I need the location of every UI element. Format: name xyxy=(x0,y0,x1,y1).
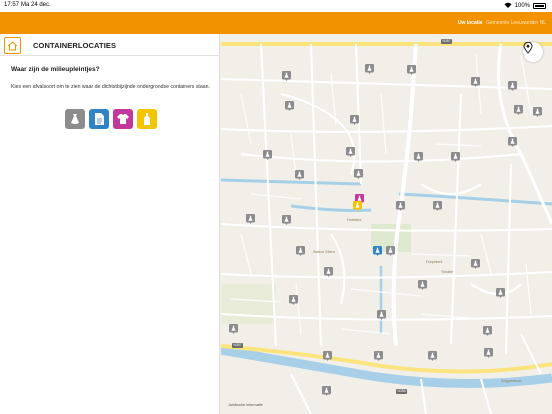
container-pin[interactable] xyxy=(418,280,427,290)
container-pin[interactable] xyxy=(428,351,437,361)
container-pin[interactable] xyxy=(282,71,291,81)
container-pin[interactable] xyxy=(508,81,517,91)
my-location-button[interactable] xyxy=(523,42,543,62)
container-pin[interactable] xyxy=(365,64,374,74)
container-pin[interactable] xyxy=(514,105,523,115)
home-icon xyxy=(7,40,18,50)
park-area xyxy=(221,284,276,324)
container-pin[interactable] xyxy=(346,147,355,157)
app-header: Uw locatie Gemeente Leeuwarden NL xyxy=(0,12,552,34)
container-pin[interactable] xyxy=(323,351,332,361)
home-button[interactable] xyxy=(4,37,21,54)
user-location-value: Gemeente Leeuwarden NL xyxy=(485,20,546,26)
ios-status-bar: 17:57 Ma 24 dec. 100% xyxy=(0,0,552,12)
map-canvas xyxy=(221,42,552,414)
container-pin[interactable] xyxy=(484,348,493,358)
container-pin[interactable] xyxy=(483,326,492,336)
bottle-icon xyxy=(144,113,150,125)
poi-label-station: Station Stiens xyxy=(313,250,336,254)
container-pin[interactable] xyxy=(471,77,480,87)
container-pin[interactable] xyxy=(374,351,383,361)
container-pin[interactable] xyxy=(396,201,405,211)
location-pin-icon xyxy=(523,42,533,54)
waterway xyxy=(398,192,552,206)
waste-type-glas-button[interactable] xyxy=(137,109,157,129)
battery-percent: 100% xyxy=(514,3,530,9)
container-pin[interactable] xyxy=(282,215,291,225)
container-pin[interactable] xyxy=(407,65,416,75)
container-pin[interactable] xyxy=(353,201,362,211)
container-pin[interactable] xyxy=(324,267,333,277)
app-root: { "status_bar": { "time": "17:57", "date… xyxy=(0,0,552,414)
container-pin[interactable] xyxy=(350,115,359,125)
section-description: Kies een afvalsoort om te zien waar de d… xyxy=(11,84,210,90)
container-pin[interactable] xyxy=(377,310,386,320)
poi-label-school: Hoekstra xyxy=(347,218,362,222)
container-pin[interactable] xyxy=(386,246,395,256)
side-panel: CONTAINERLOCATIES Waar zijn de milieuple… xyxy=(0,34,220,414)
map-view[interactable]: N357 N357 N355 Hoekstra Station Stiens D… xyxy=(221,34,552,414)
page-title: CONTAINERLOCATIES xyxy=(33,41,117,50)
map-credit-link[interactable]: Juridische informatie xyxy=(228,403,263,407)
poi-label-care: Zorgcentrum xyxy=(501,379,522,383)
status-right: 100% xyxy=(504,2,546,10)
container-pin[interactable] xyxy=(289,295,298,305)
container-pin[interactable] xyxy=(285,101,294,111)
container-pin[interactable] xyxy=(229,324,238,334)
poi-label-theatre: Theater xyxy=(441,270,454,274)
battery-icon xyxy=(533,3,546,9)
waste-type-textiel-button[interactable] xyxy=(113,109,133,129)
container-pin[interactable] xyxy=(263,150,272,160)
container-pin[interactable] xyxy=(533,107,542,117)
user-location-label: Uw locatie xyxy=(457,20,483,26)
container-pin[interactable] xyxy=(246,214,255,224)
tshirt-icon xyxy=(117,114,129,124)
container-pin[interactable] xyxy=(322,386,331,396)
container-pin[interactable] xyxy=(496,288,505,298)
container-pin[interactable] xyxy=(373,246,382,256)
status-time: 17:57 xyxy=(4,2,20,8)
road-number-n357: N357 xyxy=(441,39,453,44)
container-pin[interactable] xyxy=(471,259,480,269)
street xyxy=(497,43,552,225)
user-location[interactable]: Uw locatie Gemeente Leeuwarden NL xyxy=(458,20,546,26)
road-number-n357-south: N357 xyxy=(232,343,244,348)
container-pin[interactable] xyxy=(433,201,442,211)
poi-label-church: Dorpskerk xyxy=(426,260,443,264)
container-pin[interactable] xyxy=(354,169,363,179)
status-date: Ma 24 dec. xyxy=(21,2,51,8)
panel-header: CONTAINERLOCATIES xyxy=(0,34,220,56)
trash-bag-icon xyxy=(71,114,79,124)
section-question: Waar zijn de milieupleintjes? xyxy=(11,66,100,73)
container-pin[interactable] xyxy=(414,152,423,162)
wifi-icon xyxy=(504,2,512,10)
container-pin[interactable] xyxy=(295,170,304,180)
paper-icon xyxy=(95,113,104,125)
waterway xyxy=(221,178,362,186)
container-pin[interactable] xyxy=(508,137,517,147)
waste-type-papier-button[interactable] xyxy=(89,109,109,129)
container-pin[interactable] xyxy=(296,246,305,256)
waste-type-restafval-button[interactable] xyxy=(65,109,85,129)
road-number-n355: N355 xyxy=(396,389,408,394)
container-pin[interactable] xyxy=(451,152,460,162)
